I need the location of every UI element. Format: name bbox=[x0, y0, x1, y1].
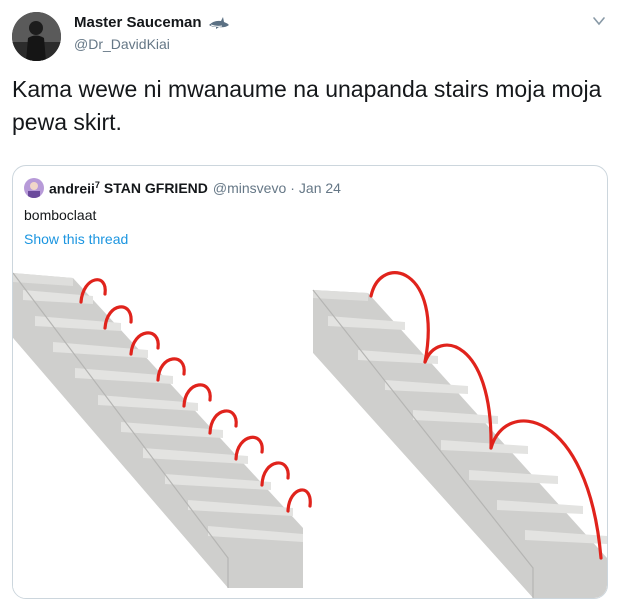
chevron-down-icon[interactable] bbox=[592, 14, 606, 28]
quoted-image-stairs[interactable] bbox=[13, 258, 607, 598]
author-handle[interactable]: @Dr_DavidKiai bbox=[74, 36, 170, 52]
quoted-header: andreii7 STAN GFRIEND @minsvevo · Jan 24 bbox=[24, 178, 341, 198]
quoted-date[interactable]: Jan 24 bbox=[299, 180, 341, 196]
quoted-tweet-card[interactable]: andreii7 STAN GFRIEND @minsvevo · Jan 24 … bbox=[12, 165, 608, 599]
quoted-handle[interactable]: @minsvevo bbox=[213, 180, 286, 196]
quoted-display-name[interactable]: andreii7 STAN GFRIEND bbox=[49, 180, 208, 197]
avatar-photo bbox=[12, 12, 61, 61]
quoted-avatar bbox=[24, 178, 44, 198]
quoted-name-superscript: 7 bbox=[94, 179, 100, 190]
quoted-name-suffix: STAN GFRIEND bbox=[103, 180, 208, 197]
tweet-text: Kama wewe ni mwanaume na unapanda stairs… bbox=[12, 76, 602, 135]
quoted-text: bomboclaat bbox=[24, 207, 97, 223]
author-display-name[interactable]: Master Sauceman bbox=[74, 14, 202, 31]
quoted-separator: · bbox=[290, 180, 295, 196]
author-avatar[interactable] bbox=[12, 12, 61, 61]
shark-icon bbox=[208, 16, 229, 29]
show-thread-link[interactable]: Show this thread bbox=[24, 231, 128, 247]
author-name-row: Master Sauceman bbox=[74, 14, 230, 31]
